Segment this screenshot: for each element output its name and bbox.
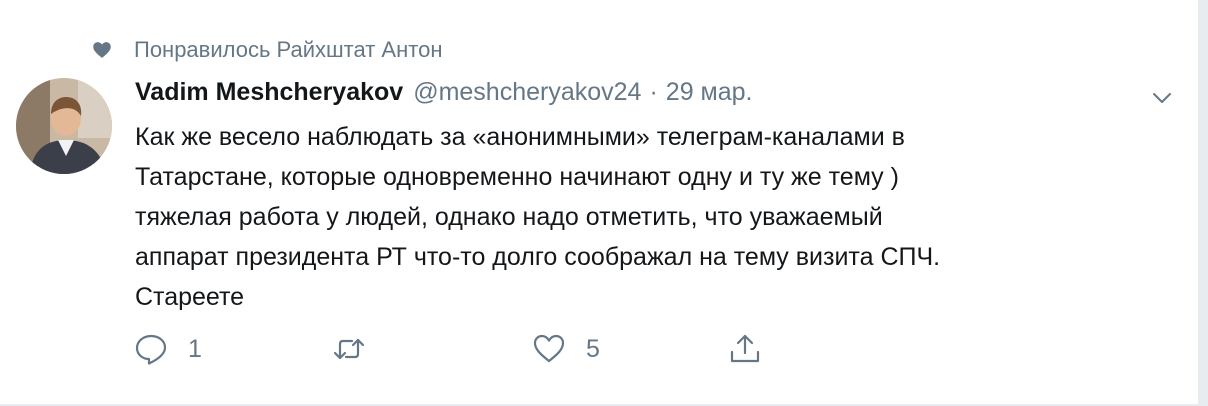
reply-icon (135, 334, 167, 365)
like-heart-icon (533, 334, 565, 363)
avatar[interactable] (16, 78, 112, 174)
share-icon (730, 334, 760, 363)
social-context: Понравилось Райхштат Антон (92, 36, 442, 64)
retweet-icon (333, 338, 365, 360)
tweet-header: Vadim Meshcheryakov @meshcheryakov24 · 2… (135, 78, 753, 107)
heart-icon (93, 42, 111, 58)
scrollbar-track (1198, 0, 1208, 406)
like-button[interactable]: 5 (532, 331, 600, 367)
reply-count: 1 (188, 334, 202, 363)
avatar-image (16, 78, 112, 174)
tweet-text: Как же весело наблюдать за «анонимными» … (135, 123, 941, 311)
author-name[interactable]: Vadim Meshcheryakov (135, 78, 403, 107)
chevron-down-icon[interactable] (1150, 86, 1174, 110)
like-count: 5 (586, 334, 600, 363)
reply-button[interactable]: 1 (134, 331, 202, 367)
tweet-date[interactable]: 29 мар. (666, 78, 753, 107)
social-context-text: Понравилось Райхштат Антон (134, 37, 443, 62)
separator-dot: · (649, 78, 658, 106)
retweet-button[interactable] (332, 331, 386, 367)
author-handle[interactable]: @meshcheryakov24 (413, 78, 641, 107)
share-button[interactable] (728, 331, 782, 367)
